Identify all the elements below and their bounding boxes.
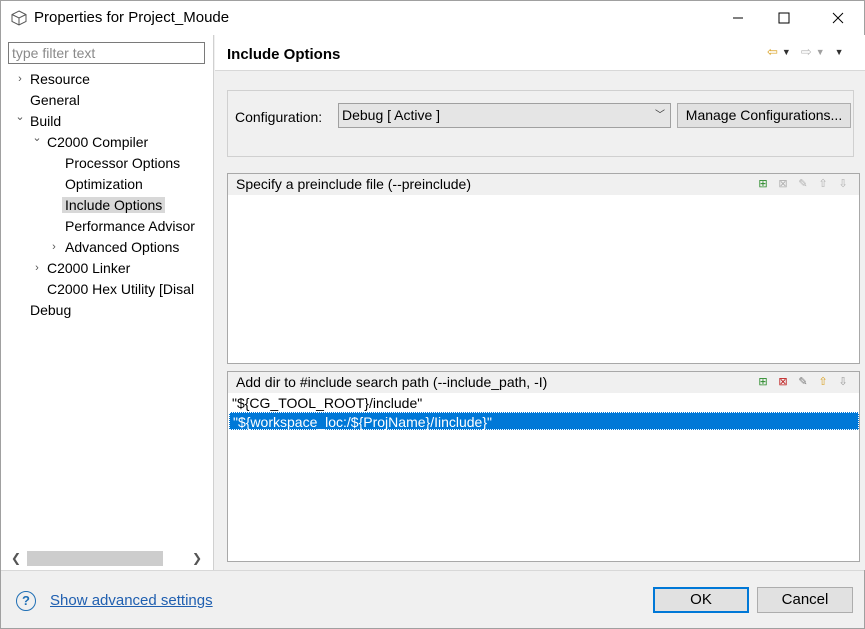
tree-item-label: General: [30, 92, 80, 108]
tree-item-label: Advanced Options: [65, 239, 180, 255]
chevron-right-icon[interactable]: ›: [49, 237, 59, 257]
tree-item-label: Processor Options: [65, 155, 181, 171]
edit-icon[interactable]: ✎: [796, 177, 810, 191]
preinclude-title: Specify a preinclude file (--preinclude): [236, 176, 471, 192]
help-icon[interactable]: ?: [16, 591, 36, 611]
settings-tree-pane: › Resource General ⌄ Build ⌄ C2000 Compi…: [1, 35, 214, 570]
preinclude-list-panel: Specify a preinclude file (--preinclude)…: [227, 173, 860, 364]
tree-item-resource[interactable]: › Resource: [15, 69, 90, 89]
property-page: Include Options ⇦ ▼ ⇨ ▼ ▼ Configuration:…: [215, 35, 865, 570]
tree-item-label: Include Options: [62, 197, 166, 213]
tree-item-c2000-hex-utility[interactable]: C2000 Hex Utility [Disal: [47, 279, 207, 299]
panel-header: Add dir to #include search path (--inclu…: [228, 372, 859, 393]
move-up-icon[interactable]: ⇧: [816, 375, 830, 389]
close-icon: [832, 12, 844, 24]
scroll-left-icon[interactable]: ❮: [8, 550, 24, 567]
list-item-selected[interactable]: "${workspace_loc:/${ProjName}/Iinclude}": [229, 412, 859, 430]
maximize-button[interactable]: [761, 1, 807, 35]
edit-icon[interactable]: ✎: [796, 375, 810, 389]
tree-item-label: C2000 Compiler: [47, 134, 149, 150]
chevron-right-icon[interactable]: ›: [32, 258, 42, 278]
include-path-title: Add dir to #include search path (--inclu…: [236, 374, 548, 390]
chevron-down-icon: ﹀: [655, 110, 665, 121]
show-advanced-settings-link[interactable]: Show advanced settings: [50, 592, 213, 609]
tree-item-c2000-compiler[interactable]: ⌄ C2000 Compiler: [32, 132, 148, 152]
scrollbar-thumb[interactable]: [27, 551, 163, 566]
tree-item-label: C2000 Hex Utility [Disal: [47, 281, 195, 297]
horizontal-scrollbar[interactable]: ❮ ❯: [8, 550, 208, 567]
cancel-button[interactable]: Cancel: [757, 587, 853, 613]
include-path-list-panel: Add dir to #include search path (--inclu…: [227, 371, 860, 562]
ok-button[interactable]: OK: [653, 587, 749, 613]
move-down-icon[interactable]: ⇩: [836, 177, 850, 191]
tree-item-label: Resource: [30, 71, 90, 87]
tree-item-label: Performance Advisor: [65, 218, 195, 234]
tree-item-label: Optimization: [65, 176, 143, 192]
back-dropdown-icon[interactable]: ▼: [782, 47, 791, 57]
chevron-right-icon[interactable]: ›: [15, 69, 25, 89]
dialog-footer: ? Show advanced settings OK Cancel: [1, 570, 864, 628]
minimize-button[interactable]: [715, 1, 761, 35]
scroll-right-icon[interactable]: ❯: [189, 550, 205, 567]
configuration-label: Configuration:: [235, 109, 323, 125]
add-icon[interactable]: ⊞: [756, 375, 770, 389]
back-arrow-icon[interactable]: ⇦: [767, 44, 778, 60]
tree-item-performance-advisor[interactable]: Performance Advisor: [65, 216, 195, 236]
configuration-select[interactable]: Debug [ Active ] ﹀: [338, 103, 671, 128]
close-button[interactable]: [815, 1, 861, 35]
properties-dialog: Properties for Project_Moude › Resource …: [0, 0, 865, 629]
tree-item-include-options[interactable]: Include Options: [62, 195, 166, 215]
add-icon[interactable]: ⊞: [756, 177, 770, 191]
tree-item-optimization[interactable]: Optimization: [65, 174, 143, 194]
window-title: Properties for Project_Moude: [34, 9, 230, 26]
tree-item-label: C2000 Linker: [47, 260, 131, 276]
list-toolbar: ⊞ ⊠ ✎ ⇧ ⇩: [756, 177, 850, 191]
configuration-group: Configuration: Debug [ Active ] ﹀ Manage…: [227, 90, 854, 157]
tree-item-advanced-options[interactable]: › Advanced Options: [49, 237, 179, 257]
app-cube-icon: [11, 10, 27, 26]
filter-input[interactable]: [8, 42, 205, 64]
move-up-icon[interactable]: ⇧: [816, 177, 830, 191]
tree-item-c2000-linker[interactable]: › C2000 Linker: [32, 258, 130, 278]
history-nav: ⇦ ▼ ⇨ ▼ ▼: [767, 44, 844, 60]
tree-item-processor-options[interactable]: Processor Options: [65, 153, 180, 173]
maximize-icon: [778, 12, 790, 24]
list-item[interactable]: "${CG_TOOL_ROOT}/include": [229, 394, 859, 412]
configuration-value: Debug [ Active ]: [342, 107, 441, 123]
chevron-down-icon[interactable]: ⌄: [15, 107, 25, 127]
tree-item-label: Debug: [30, 302, 72, 318]
page-header: Include Options ⇦ ▼ ⇨ ▼ ▼: [215, 35, 865, 71]
tree-item-general[interactable]: General: [30, 90, 80, 110]
list-toolbar: ⊞ ⊠ ✎ ⇧ ⇩: [756, 375, 850, 389]
delete-icon[interactable]: ⊠: [776, 177, 790, 191]
view-menu-icon[interactable]: ▼: [835, 47, 844, 57]
manage-configurations-button[interactable]: Manage Configurations...: [677, 103, 851, 128]
panel-header: Specify a preinclude file (--preinclude)…: [228, 174, 859, 195]
forward-arrow-icon[interactable]: ⇨: [801, 44, 812, 60]
tree-item-label: Build: [30, 113, 62, 129]
tree-item-debug[interactable]: Debug: [30, 300, 71, 320]
move-down-icon[interactable]: ⇩: [836, 375, 850, 389]
delete-icon[interactable]: ⊠: [776, 375, 790, 389]
title-bar: Properties for Project_Moude: [1, 1, 864, 35]
chevron-down-icon[interactable]: ⌄: [32, 128, 42, 148]
forward-dropdown-icon[interactable]: ▼: [816, 47, 825, 57]
minimize-icon: [733, 17, 743, 19]
page-title: Include Options: [227, 46, 341, 63]
